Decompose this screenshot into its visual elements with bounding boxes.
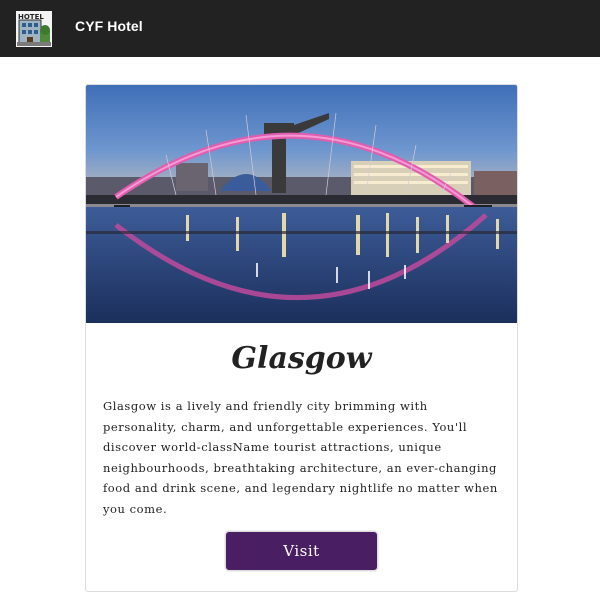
- city-title: Glasgow: [231, 341, 372, 376]
- city-description: Glasgow is a lively and friendly city br…: [103, 399, 498, 516]
- city-card: Glasgow Glasgow is a lively and friendly…: [85, 84, 518, 592]
- brand-name[interactable]: CYF Hotel: [75, 18, 143, 34]
- logo-text: HOTEL: [18, 13, 44, 21]
- navbar: HOTEL CYF Hotel: [0, 0, 600, 57]
- visit-button[interactable]: Visit: [225, 531, 378, 571]
- hotel-logo-icon[interactable]: HOTEL: [16, 11, 52, 47]
- glasgow-photo: [86, 85, 517, 323]
